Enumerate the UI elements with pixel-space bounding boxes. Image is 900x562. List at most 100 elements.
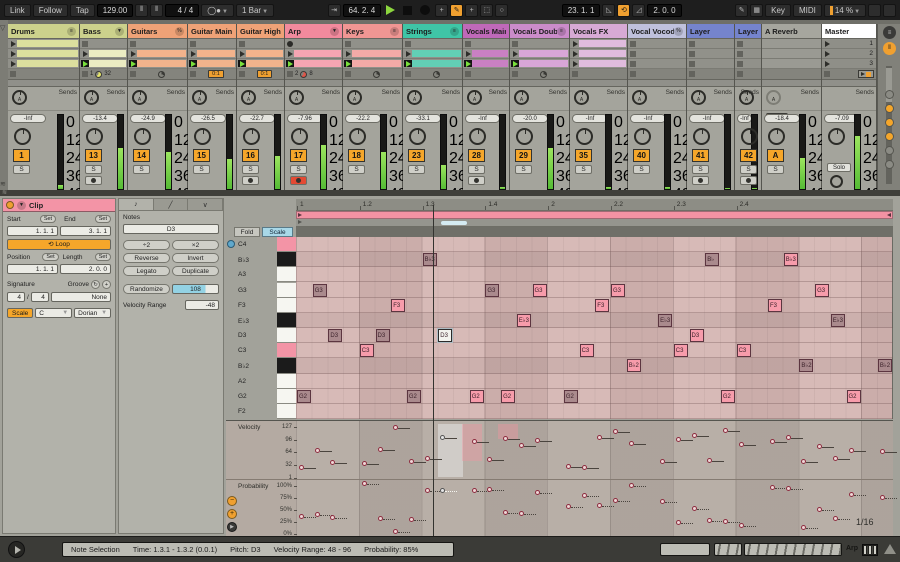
clip-slot[interactable] — [80, 59, 127, 69]
signature-numerator-field[interactable]: 4 — [7, 292, 25, 302]
send-a-knob[interactable]: A — [347, 90, 362, 105]
loop-length-field[interactable]: 2. 0. 0 — [647, 4, 681, 17]
send-a-knob[interactable]: A — [407, 90, 422, 105]
send-a-knob[interactable]: A — [691, 90, 706, 105]
groove-commit-icon[interactable]: ↻ — [91, 280, 100, 289]
probability-marker[interactable] — [849, 492, 854, 497]
solo-button[interactable]: S — [767, 165, 784, 174]
add-lane-button[interactable]: + — [227, 509, 237, 519]
follow-playhead-icon[interactable]: ⇥ — [328, 4, 341, 17]
zoom-scroll-handle[interactable] — [441, 221, 467, 225]
clip-start-field[interactable]: 1. 1. 1 — [7, 226, 58, 236]
pan-knob[interactable] — [828, 128, 845, 145]
send-a-knob[interactable]: A — [574, 90, 589, 105]
velocity-marker[interactable] — [566, 464, 571, 469]
send-a-knob[interactable]: A — [739, 90, 754, 105]
tempo-field[interactable]: 129.00 — [97, 4, 133, 17]
send-a-knob[interactable]: A — [192, 90, 207, 105]
probability-marker[interactable] — [613, 498, 618, 503]
clip-slot[interactable] — [343, 39, 402, 49]
pan-knob[interactable] — [409, 128, 426, 145]
note-pitch-field[interactable]: D3 — [123, 224, 219, 234]
pan-knob[interactable] — [693, 128, 710, 145]
cpu-meter[interactable]: 14 %▼ — [824, 4, 866, 17]
clip[interactable] — [511, 60, 568, 67]
signature-denominator-field[interactable]: 4 — [31, 292, 49, 302]
track-activator[interactable]: 29 — [515, 149, 532, 162]
scene-launch-icon[interactable] — [825, 61, 830, 67]
clip-slot[interactable] — [128, 49, 187, 59]
arm-record-button[interactable] — [290, 176, 307, 185]
quantize-menu[interactable]: 1 Bar▼ — [236, 4, 274, 17]
midi-note[interactable]: G2 — [847, 390, 861, 403]
pan-knob[interactable] — [469, 128, 486, 145]
clip-slot[interactable] — [762, 39, 821, 49]
cue-volume-knob[interactable] — [830, 175, 843, 188]
solo-button[interactable]: S — [468, 165, 485, 174]
nudge-down-icon[interactable]: ⦀ — [135, 4, 148, 17]
probability-marker[interactable] — [566, 504, 571, 509]
midi-note[interactable]: F3 — [768, 299, 782, 312]
volume-field[interactable]: -18.4 — [764, 114, 800, 123]
solo-button[interactable]: S — [290, 165, 307, 174]
velocity-range-field[interactable]: -48 — [185, 300, 219, 310]
probability-marker[interactable] — [472, 488, 477, 493]
stop-all-clips-button[interactable] — [345, 71, 351, 77]
clip-slot[interactable] — [463, 39, 509, 49]
track-activator[interactable]: 23 — [408, 149, 425, 162]
scale-name-select[interactable]: Dorian▼ — [74, 308, 111, 318]
track-header[interactable]: Layer — [735, 24, 761, 39]
toggle-inout-icon[interactable] — [885, 90, 894, 99]
play-button[interactable] — [386, 5, 395, 15]
track-header[interactable]: Guitar Main — [188, 24, 236, 39]
clip-slot[interactable] — [188, 49, 236, 59]
loop-button[interactable]: ⟲ Loop — [7, 239, 111, 250]
track-header[interactable]: Guitars% — [128, 24, 187, 39]
pan-knob[interactable] — [349, 128, 366, 145]
groove-add-icon[interactable]: + — [102, 280, 111, 289]
key-map-button[interactable]: Key — [765, 4, 791, 17]
clip-slot[interactable] — [8, 49, 79, 59]
lane-fold-button[interactable]: ▶ — [227, 522, 237, 532]
clip-overview-empty[interactable] — [660, 543, 710, 556]
preview-play-button[interactable] — [8, 541, 25, 558]
solo-button[interactable]: S — [692, 165, 709, 174]
clip-launch-button[interactable] — [129, 60, 137, 67]
scale-highlight-button[interactable]: Scale — [262, 227, 293, 237]
midi-note[interactable]: D3 — [438, 329, 452, 342]
clip[interactable] — [286, 60, 341, 67]
stop-all-clips-button[interactable] — [512, 71, 518, 77]
reverse-button[interactable]: Reverse — [123, 253, 170, 263]
probability-marker[interactable] — [299, 514, 304, 519]
track-activator[interactable]: 42 — [740, 149, 757, 162]
clip-stop-icon[interactable] — [345, 41, 351, 47]
clip[interactable] — [511, 50, 568, 57]
set-start-button[interactable]: Set — [40, 215, 56, 223]
track-activator[interactable]: 35 — [575, 149, 592, 162]
clip-stop-icon[interactable] — [130, 41, 136, 47]
solo-button[interactable]: S — [408, 165, 425, 174]
clip-stop-icon[interactable] — [82, 41, 88, 47]
midi-note[interactable]: B♭2 — [799, 359, 813, 372]
send-a-knob[interactable]: A — [766, 90, 781, 105]
automation-arm-icon[interactable]: ✎ — [450, 4, 463, 17]
clip-slot[interactable] — [285, 59, 342, 69]
solo-button[interactable]: S — [133, 165, 150, 174]
scene-slot[interactable]: 1 — [822, 39, 876, 49]
velocity-marker[interactable] — [393, 425, 398, 430]
clip-slot[interactable] — [463, 59, 509, 69]
velocity-marker[interactable] — [425, 456, 430, 461]
reenable-automation-icon[interactable]: + — [465, 4, 478, 17]
tab-expression[interactable]: ∨ — [188, 199, 223, 210]
arrangement-position-field[interactable]: 64. 2. 4 — [343, 4, 382, 17]
beat-time-ruler[interactable]: 11.21.31.422.22.32.4 — [296, 199, 893, 211]
pan-knob[interactable] — [516, 128, 533, 145]
track-header[interactable]: Vocal Vocoder% — [628, 24, 686, 39]
piano-key[interactable] — [277, 343, 296, 358]
lane-divider[interactable] — [226, 479, 893, 480]
send-a-knob[interactable]: A — [289, 90, 304, 105]
solo-button[interactable]: S — [242, 165, 259, 174]
clip[interactable] — [81, 60, 126, 67]
midi-note[interactable]: B♭3 — [784, 253, 798, 266]
piano-key[interactable] — [277, 328, 296, 343]
